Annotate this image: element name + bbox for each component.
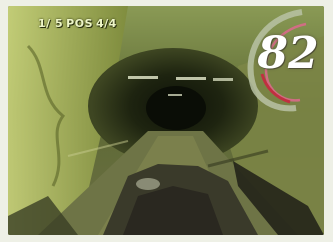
car-highlight <box>136 178 160 190</box>
game-screen: 1/ 5 POS 4/4 82 <box>0 0 333 242</box>
lap-counter: 1/ 5 <box>38 17 64 30</box>
speed-readout: 82 <box>257 28 319 79</box>
tunnel-depth <box>146 86 206 130</box>
tunnel-light <box>168 94 182 96</box>
hud-race-status: 1/ 5 POS 4/4 <box>38 17 120 30</box>
tunnel-light <box>213 78 233 81</box>
tunnel-light <box>128 76 158 79</box>
tunnel-light <box>176 77 206 80</box>
position-value: 4/4 <box>96 17 117 30</box>
position-label: POS <box>66 17 93 30</box>
